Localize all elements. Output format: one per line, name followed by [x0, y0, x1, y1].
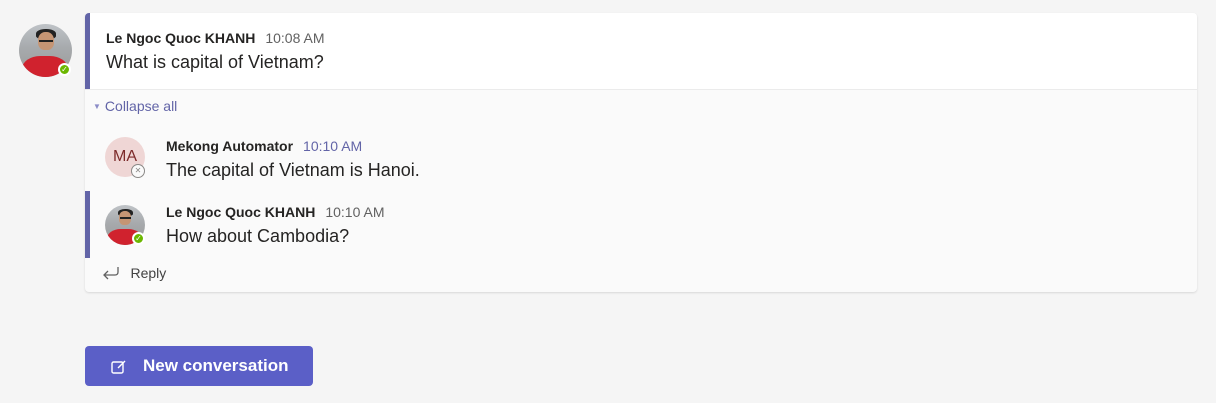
reply-header: Mekong Automator 10:10 AM [166, 138, 362, 154]
message-author[interactable]: Le Ngoc Quoc KHANH [106, 30, 255, 46]
author-avatar[interactable]: ✓ [19, 24, 72, 77]
reply-text: How about Cambodia? [166, 226, 350, 246]
status-available-icon: ✓ [58, 63, 71, 76]
collapse-all-link[interactable]: ▼ Collapse all [93, 98, 177, 114]
status-available-icon: ✓ [132, 232, 145, 245]
caret-down-icon: ▼ [93, 102, 101, 111]
compose-icon [111, 359, 126, 374]
reply-timestamp: 10:10 AM [303, 138, 363, 154]
reply-text: The capital of Vietnam is Hanoi. [166, 160, 420, 180]
message-timestamp: 10:08 AM [265, 30, 325, 46]
message-text: What is capital of Vietnam? [106, 52, 324, 72]
new-conversation-button[interactable]: New conversation [85, 346, 313, 386]
collapse-all-label: Collapse all [104, 98, 178, 114]
reply-timestamp: 10:10 AM [325, 204, 385, 220]
message-header: Le Ngoc Quoc KHANH 10:08 AM [106, 30, 325, 46]
reply-avatar[interactable]: ✓ [105, 205, 145, 245]
status-offline-icon: ✕ [131, 164, 145, 178]
bot-initials: MA [113, 148, 137, 165]
conversation-thread: Le Ngoc Quoc KHANH 10:08 AM What is capit… [85, 13, 1197, 292]
reply-button[interactable]: Reply [102, 265, 166, 283]
reply-header: Le Ngoc Quoc KHANH 10:10 AM [166, 204, 385, 220]
message-accent-bar [85, 13, 90, 89]
root-message: Le Ngoc Quoc KHANH 10:08 AM What is capit… [85, 13, 1197, 90]
reply-author[interactable]: Mekong Automator [166, 138, 293, 154]
new-conversation-label: New conversation [143, 356, 289, 375]
reply-label: Reply [130, 265, 167, 281]
reply-arrow-icon [102, 265, 124, 282]
reply-author[interactable]: Le Ngoc Quoc KHANH [166, 204, 315, 220]
message-accent-bar [85, 191, 90, 258]
